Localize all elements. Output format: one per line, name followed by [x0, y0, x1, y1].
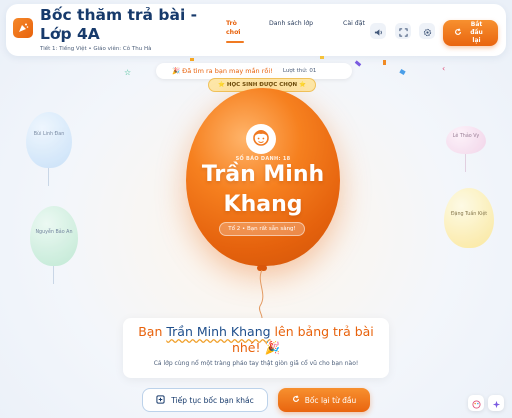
student-group-pill: Tổ 2 • Bạn rất sẵn sàng!: [219, 222, 305, 236]
luck-status-pill: 🎉 Đã tìm ra bạn may mắn rồi! Lượt thứ: 0…: [156, 63, 352, 79]
continue-draw-button[interactable]: Tiếp tục bốc bạn khác: [142, 388, 268, 412]
refresh-icon: [292, 395, 300, 405]
confetti-piece-icon: [190, 58, 194, 61]
redraw-from-start-button[interactable]: Bốc lại từ đầu: [278, 388, 370, 412]
continue-draw-label: Tiếp tục bốc bạn khác: [171, 395, 254, 405]
side-balloon-label: Nguyễn Bảo An: [35, 230, 73, 235]
confetti-piece-icon: [320, 56, 324, 59]
restart-label: Bắt đầu lại: [470, 21, 483, 44]
sparkles-icon: [492, 394, 501, 413]
tab-class-list[interactable]: Danh sách lớp: [269, 19, 315, 28]
active-tab-indicator: [226, 41, 244, 43]
luck-status-text: 🎉 Đã tìm ra bạn may mắn rồi!: [172, 67, 273, 75]
round-counter: Lượt thứ: 01: [282, 68, 317, 74]
announcement-card: Bạn Trần Minh Khang lên bảng trả bài nhé…: [123, 318, 389, 378]
effects-button[interactable]: [488, 395, 504, 411]
shuffle-icon: [156, 394, 165, 406]
side-balloon-label: Lê Thảo Vy: [452, 134, 480, 139]
side-balloon-green: Nguyễn Bảo An: [30, 206, 78, 266]
announcement-headline: Bạn Trần Minh Khang lên bảng trả bài nhé…: [123, 324, 389, 356]
tab-game[interactable]: Trò chơi: [226, 19, 246, 37]
theme-toggle-button[interactable]: [468, 395, 484, 411]
tab-settings[interactable]: Cài đặt: [343, 19, 365, 28]
palette-icon: [471, 394, 481, 413]
side-balloon-label: Đặng Tuấn Kiệt: [450, 212, 488, 217]
side-balloon-pink: Lê Thảo Vy: [446, 126, 486, 154]
page-title: Bốc thăm trả bài - Lớp 4A: [40, 6, 198, 43]
student-avatar: [246, 124, 276, 154]
refresh-icon: [454, 27, 462, 39]
settings-button[interactable]: [419, 23, 435, 39]
announcement-student-name: Trần Minh Khang: [166, 324, 271, 339]
side-balloon-blue: Bùi Linh Đan: [26, 112, 72, 168]
balloon-string: [465, 154, 466, 172]
balloon-string: [48, 168, 49, 186]
balloon-string: [258, 270, 264, 318]
announcement-prefix: Bạn: [138, 324, 167, 339]
confetti-piece-icon: [354, 60, 362, 67]
page-subtitle: Tiết 1: Tiếng Việt • Giáo viên: Cô Thu H…: [40, 46, 152, 52]
sound-button[interactable]: [370, 23, 386, 39]
side-balloon-yellow: Đặng Tuấn Kiệt: [444, 188, 494, 248]
sound-icon: [374, 22, 383, 41]
star-confetti-icon: ☆: [124, 68, 132, 77]
fullscreen-icon: [398, 22, 408, 41]
confetti-piece-icon: [383, 60, 386, 65]
side-balloon-label: Bùi Linh Đan: [33, 132, 65, 137]
announcement-subtext: Cả lớp cùng nổ một tràng pháo tay thật g…: [153, 360, 359, 367]
fullscreen-button[interactable]: [395, 23, 411, 39]
selected-student-name: Trần Minh Khang: [201, 162, 325, 217]
app-header: Bốc thăm trả bài - Lớp 4A Tiết 1: Tiếng …: [6, 4, 506, 56]
redraw-label: Bốc lại từ đầu: [304, 395, 357, 405]
restart-button[interactable]: Bắt đầu lại: [443, 20, 498, 46]
child-face-icon: [250, 126, 272, 152]
confetti-piece-icon: [399, 69, 406, 75]
balloon-string: [53, 266, 54, 284]
confetti-piece-icon: ‹: [442, 64, 446, 73]
gear-icon: [423, 22, 432, 41]
party-popper-icon: [13, 18, 33, 38]
